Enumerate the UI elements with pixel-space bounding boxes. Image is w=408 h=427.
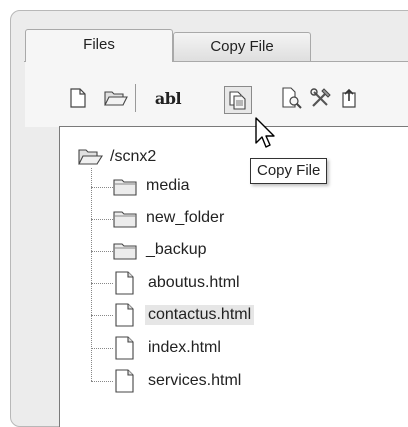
tree-item-label: _backup — [146, 241, 207, 258]
tree-item-index[interactable]: index.html — [115, 336, 275, 360]
rename-button[interactable]: abl — [147, 84, 189, 112]
tools-button[interactable] — [307, 84, 335, 112]
rename-icon: abl — [154, 88, 182, 108]
tree-item-contactus[interactable]: contactus.html — [115, 303, 315, 327]
tools-icon — [310, 88, 331, 107]
tab-copy-file[interactable]: Copy File — [173, 32, 311, 62]
tree-item-aboutus[interactable]: aboutus.html — [115, 271, 295, 295]
folder-icon — [113, 211, 137, 228]
open-folder-icon — [104, 91, 128, 106]
tree-item-label: media — [146, 177, 190, 194]
tab-files[interactable]: Files — [25, 29, 173, 62]
copy-file-tooltip: Copy File — [250, 158, 328, 184]
file-icon — [115, 369, 134, 393]
folder-icon — [113, 243, 137, 260]
upload-icon — [342, 88, 356, 108]
file-icon — [115, 271, 134, 295]
tree-item-label: services.html — [148, 372, 242, 389]
file-icon — [115, 336, 134, 360]
toolbar-separator — [135, 84, 136, 112]
upload-button[interactable] — [336, 84, 364, 112]
tree-item-new-folder[interactable]: new_folder — [113, 208, 273, 230]
open-folder-button[interactable] — [102, 84, 130, 112]
open-folder-icon — [78, 149, 103, 165]
search-file-button[interactable] — [278, 84, 306, 112]
copy-file-button[interactable] — [224, 86, 252, 114]
new-file-icon — [70, 88, 86, 108]
tree-item-backup[interactable]: _backup — [113, 240, 253, 262]
tree-root-label: /scnx2 — [110, 148, 157, 165]
file-icon — [115, 303, 134, 327]
folder-icon — [113, 179, 137, 196]
search-file-icon — [282, 87, 302, 109]
copy-file-icon — [229, 91, 246, 110]
tree-item-label: index.html — [148, 339, 221, 356]
tree-item-media[interactable]: media — [113, 176, 233, 198]
tree-root[interactable]: /scnx2 — [78, 147, 198, 169]
tree-item-label: aboutus.html — [148, 274, 240, 291]
mouse-cursor-icon — [255, 117, 275, 148]
new-file-button[interactable] — [64, 84, 92, 112]
tree-item-services[interactable]: services.html — [115, 369, 295, 393]
tree-item-label: contactus.html — [145, 305, 255, 325]
tree-item-label: new_folder — [146, 209, 225, 226]
